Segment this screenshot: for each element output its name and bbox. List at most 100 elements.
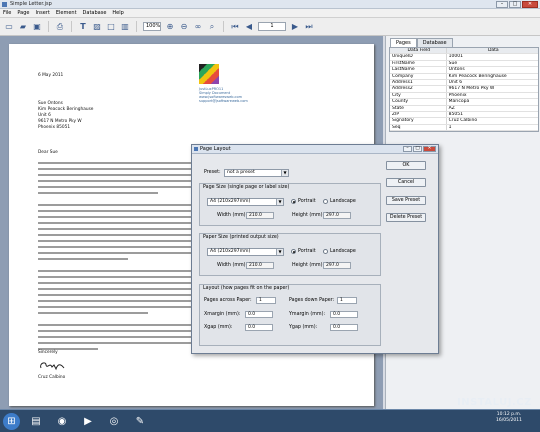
dialog-title-bar[interactable]: Page Layout – □ ✕: [192, 145, 438, 154]
dialog-minimize-button[interactable]: –: [403, 146, 412, 152]
body-text-line: [38, 240, 192, 242]
table-cell[interactable]: Ontons: [447, 67, 538, 72]
paper-size-group: Paper Size (printed output size) A4 (210…: [199, 233, 381, 276]
menu-file[interactable]: File: [3, 10, 11, 16]
save-preset-button[interactable]: Save Preset: [386, 196, 426, 205]
body-text-line: [38, 252, 192, 254]
table-cell[interactable]: 10001: [447, 54, 538, 59]
page-landscape-radio[interactable]: Landscape: [323, 199, 356, 204]
chevron-down-icon: ▼: [281, 170, 288, 176]
ok-button[interactable]: OK: [386, 161, 426, 170]
save-icon[interactable]: ▣: [32, 22, 42, 32]
chrome-icon[interactable]: ◎: [104, 412, 124, 430]
menu-element[interactable]: Element: [56, 10, 77, 16]
pages-across-stepper[interactable]: 1: [256, 297, 276, 304]
table-cell[interactable]: AZ: [447, 106, 538, 111]
body-text-line: [38, 216, 192, 218]
page-width-field[interactable]: 210.0: [246, 212, 274, 219]
body-text-line: [38, 306, 192, 308]
image-tool-icon[interactable]: ▨: [92, 22, 102, 32]
page-number-field[interactable]: 1: [258, 22, 286, 31]
recipient-line[interactable]: Unit 6: [38, 113, 51, 118]
recipient-line[interactable]: 9617 N Metro Pky W: [38, 119, 82, 124]
tab-pages[interactable]: Pages: [390, 38, 417, 47]
paper-portrait-radio[interactable]: Portrait: [291, 249, 316, 254]
table-cell[interactable]: 9617 N Metro Pky W: [447, 86, 538, 91]
zoom-in-icon[interactable]: ⊕: [165, 22, 175, 32]
table-cell[interactable]: Cruz Calbino: [447, 118, 538, 123]
table-cell: Address2: [390, 86, 447, 92]
xmargin-field[interactable]: 0.0: [245, 311, 273, 318]
minimize-button[interactable]: –: [496, 1, 508, 8]
explorer-icon[interactable]: ▤: [26, 412, 46, 430]
tab-database[interactable]: Database: [416, 38, 453, 47]
company-line[interactable]: support@jsoftwareweb.com: [199, 99, 248, 103]
link-icon[interactable]: ∞: [193, 22, 203, 32]
table-cell[interactable]: Maricopa: [447, 99, 538, 104]
pages-down-stepper[interactable]: 1: [337, 297, 357, 304]
text-tool-icon[interactable]: T: [78, 22, 88, 32]
column-header[interactable]: Data Field: [390, 48, 447, 54]
media-player-icon[interactable]: ▶: [78, 412, 98, 430]
recipient-line[interactable]: Sue Ontons: [38, 101, 63, 106]
system-clock[interactable]: 10:12 p.m. 16/05/2011: [494, 412, 524, 424]
closing[interactable]: Sincerely: [38, 350, 58, 355]
paper-landscape-radio[interactable]: Landscape: [323, 249, 356, 254]
menu-page[interactable]: Page: [17, 10, 29, 16]
cancel-button[interactable]: Cancel: [386, 178, 426, 187]
next-page-icon[interactable]: ▶: [290, 22, 300, 32]
table-cell: LastName: [390, 67, 447, 73]
ygap-field[interactable]: 0.0: [330, 324, 358, 331]
last-page-icon[interactable]: ⏭: [304, 22, 314, 32]
close-button[interactable]: ✕: [522, 1, 538, 8]
open-folder-icon[interactable]: ▰: [18, 22, 28, 32]
paper-size-select[interactable]: A4 (210x297mm) ▼: [207, 248, 284, 256]
app-taskbar-icon[interactable]: ✎: [130, 412, 150, 430]
xgap-field[interactable]: 0.0: [245, 324, 273, 331]
zoom-field[interactable]: 100%: [143, 22, 161, 31]
menu-insert[interactable]: Insert: [35, 10, 49, 16]
letter-date[interactable]: 6 May 2011: [38, 73, 63, 78]
recipient-line[interactable]: Kim Peacock Beringhause: [38, 107, 93, 112]
ymargin-field[interactable]: 0.0: [330, 311, 358, 318]
table-cell[interactable]: Phoenix: [447, 93, 538, 98]
table-cell[interactable]: Unit 6: [447, 80, 538, 85]
paper-height-field[interactable]: 297.0: [323, 262, 351, 269]
layout-title: Layout (how pages fit on the paper): [203, 286, 290, 291]
column-header[interactable]: Data: [446, 48, 538, 54]
rectangle-tool-icon[interactable]: □: [106, 22, 116, 32]
paper-size-value: A4 (210x297mm): [210, 249, 251, 254]
maximize-button[interactable]: □: [509, 1, 521, 8]
first-page-icon[interactable]: ⏮: [230, 22, 240, 32]
table-cell[interactable]: Kim Peacock Beringhause: [447, 74, 538, 79]
new-file-icon[interactable]: ▭: [4, 22, 14, 32]
height-label: Height (mm):: [292, 213, 325, 218]
page-height-field[interactable]: 297.0: [323, 212, 351, 219]
preset-select[interactable]: not a preset ▼: [224, 169, 289, 177]
salutation[interactable]: Dear Sue: [38, 150, 58, 155]
table-cell[interactable]: Sue: [447, 61, 538, 66]
start-button[interactable]: ⊞: [3, 412, 20, 430]
dialog-maximize-button[interactable]: □: [413, 146, 422, 152]
table-row[interactable]: Seq 1: [390, 124, 538, 132]
table-cell[interactable]: 85051: [447, 112, 538, 117]
chevron-down-icon: ▼: [276, 249, 283, 255]
page-portrait-radio[interactable]: Portrait: [291, 199, 316, 204]
dialog-icon: [194, 147, 198, 151]
barcode-tool-icon[interactable]: ▥: [120, 22, 130, 32]
delete-preset-button[interactable]: Delete Preset: [386, 213, 426, 222]
print-icon[interactable]: ⎙: [55, 22, 65, 32]
paper-width-field[interactable]: 210.0: [246, 262, 274, 269]
zoom-out-icon[interactable]: ⊖: [179, 22, 189, 32]
title-bar: Simple Letter.jsp – □ ✕: [0, 0, 540, 9]
signature-name[interactable]: Cruz Calbino: [38, 375, 65, 380]
firefox-icon[interactable]: ◉: [52, 412, 72, 430]
menu-help[interactable]: Help: [112, 10, 123, 16]
find-icon[interactable]: ⌕: [207, 22, 217, 32]
table-cell[interactable]: 1: [447, 125, 538, 130]
previous-page-icon[interactable]: ◀: [244, 22, 254, 32]
page-size-select[interactable]: A4 (210x297mm) ▼: [207, 198, 284, 206]
dialog-close-button[interactable]: ✕: [423, 146, 436, 152]
recipient-line[interactable]: Phoenix 85051: [38, 125, 70, 130]
menu-database[interactable]: Database: [83, 10, 107, 16]
